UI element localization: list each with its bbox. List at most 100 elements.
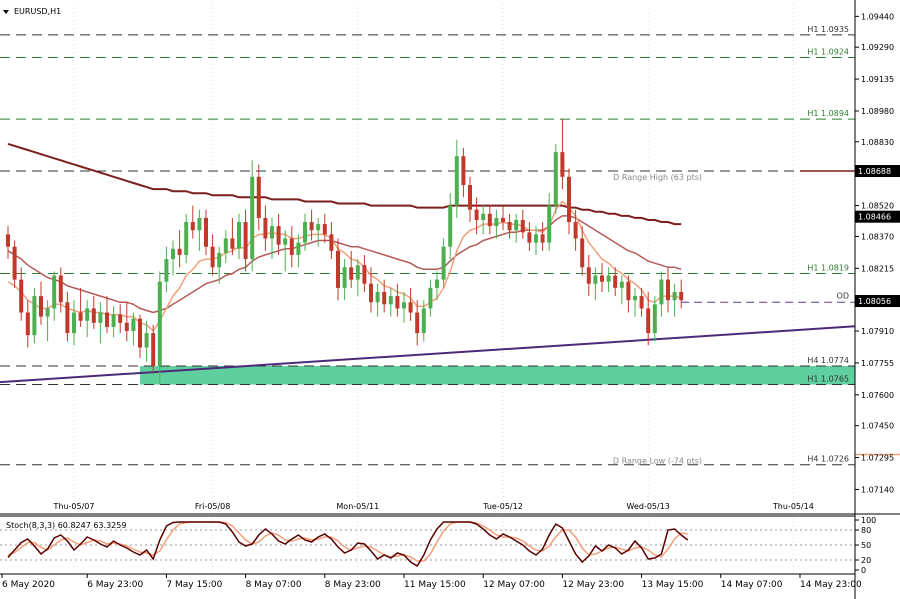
candle-body	[626, 281, 631, 301]
candle-body	[65, 302, 70, 334]
day-label: Wed-05/13	[627, 502, 670, 511]
price-tick-label: 1.07600	[861, 391, 894, 400]
time-tick-label: 7 May 15:00	[166, 580, 222, 590]
price-tick-label: 1.07140	[861, 485, 894, 494]
day-label: Tue-05/12	[482, 502, 523, 511]
candle-body	[487, 213, 492, 227]
candle-body	[184, 222, 189, 255]
candle-body	[190, 222, 195, 231]
candle-body	[98, 312, 103, 323]
candle	[32, 287, 37, 344]
candle-body	[342, 267, 347, 288]
time-tick-label: 8 May 07:00	[246, 580, 302, 590]
candle-body	[171, 248, 175, 260]
time-tick-label: 6 May 23:00	[87, 580, 143, 590]
time-tick-label: 8 May 23:00	[325, 580, 381, 590]
candle-body	[303, 222, 307, 243]
level-label: H4 1.0726	[807, 455, 849, 464]
price-tag: 1.08466	[858, 213, 891, 222]
price-tick-label: 1.08215	[861, 264, 894, 273]
candle-body	[633, 296, 637, 301]
candle-body	[197, 217, 202, 231]
time-tick-label: 12 May 23:00	[562, 580, 624, 590]
day-label: Mon-05/11	[336, 502, 379, 511]
symbol-label: EURUSD,H1	[14, 7, 61, 16]
candle-body	[177, 248, 182, 255]
price-tick-label: 1.09440	[861, 12, 894, 21]
candle-body	[474, 209, 479, 220]
candle	[250, 160, 255, 272]
candle-body	[362, 265, 367, 284]
candle-body	[230, 238, 235, 249]
candle-body	[39, 296, 43, 317]
candle-body	[553, 152, 558, 206]
candle-body	[111, 314, 116, 327]
candle-body	[402, 302, 406, 309]
candle-body	[560, 152, 565, 177]
candle-body	[540, 234, 545, 243]
candle-body	[223, 238, 228, 253]
candle-body	[283, 238, 288, 245]
candle-body	[289, 238, 294, 255]
candle-body	[118, 314, 123, 323]
candle-body	[659, 279, 664, 305]
candle-body	[270, 226, 274, 239]
candle-body	[12, 246, 17, 280]
candle-body	[619, 281, 624, 288]
level-label: H1 1.0935	[807, 25, 849, 34]
candle-body	[263, 217, 268, 239]
stoch-tick-label: 0	[861, 566, 866, 575]
candle-body	[435, 279, 439, 288]
candle-body	[520, 219, 525, 233]
day-label: Fri-05/08	[195, 502, 230, 511]
candle-body	[382, 291, 387, 305]
candle-body	[151, 333, 156, 367]
candle-body	[105, 312, 109, 327]
price-tick-label: 1.08980	[861, 107, 894, 116]
candle-body	[375, 291, 380, 303]
candle-body	[580, 238, 585, 268]
candle-body	[428, 287, 433, 309]
candle-body	[501, 217, 505, 223]
time-tick-label: 12 May 07:00	[483, 580, 545, 590]
candle-body	[124, 322, 129, 332]
stoch-tick-label: 20	[861, 556, 871, 565]
candle-body	[250, 176, 255, 260]
candle-body	[210, 246, 215, 268]
candle-body	[316, 224, 321, 231]
time-tick-label: 11 May 15:00	[404, 580, 466, 590]
candle-body	[600, 275, 604, 282]
candle-body	[309, 222, 314, 231]
candle-body	[58, 275, 63, 303]
candle-body	[164, 259, 169, 282]
price-tick-label: 1.07755	[861, 359, 894, 368]
level-label: H1 1.0894	[807, 109, 849, 118]
candle-body	[481, 213, 486, 220]
price-tick-label: 1.08830	[861, 138, 894, 147]
candle-body	[593, 275, 598, 284]
trading-chart[interactable]: H1 1.0935 H1 1.0924 H1 1.0894 H1 1.0819 H4 1…	[0, 0, 900, 599]
od-label: OD	[837, 291, 849, 300]
candle-body	[78, 312, 83, 321]
candle-body	[613, 275, 618, 288]
candle-body	[679, 291, 684, 301]
candle-body	[32, 296, 37, 336]
candle-body	[547, 205, 552, 243]
price-tick-label: 1.07450	[861, 422, 894, 431]
candle-body	[448, 205, 453, 247]
candle-body	[573, 222, 578, 239]
price-tag: 1.08688	[858, 167, 891, 176]
price-tick-label: 1.08370	[861, 232, 894, 241]
candle-body	[369, 283, 373, 303]
candle-body	[336, 250, 340, 288]
candle-body	[672, 291, 677, 301]
candle-body	[138, 318, 142, 348]
candle-body	[567, 176, 571, 223]
price-tick-label: 1.07910	[861, 327, 894, 336]
candle-body	[85, 308, 90, 321]
candle-body	[217, 252, 222, 268]
candle-body	[395, 296, 400, 309]
price-tick-label: 1.08520	[861, 202, 894, 211]
level-label: H4 1.0774	[807, 356, 849, 365]
candle-body	[355, 265, 360, 280]
